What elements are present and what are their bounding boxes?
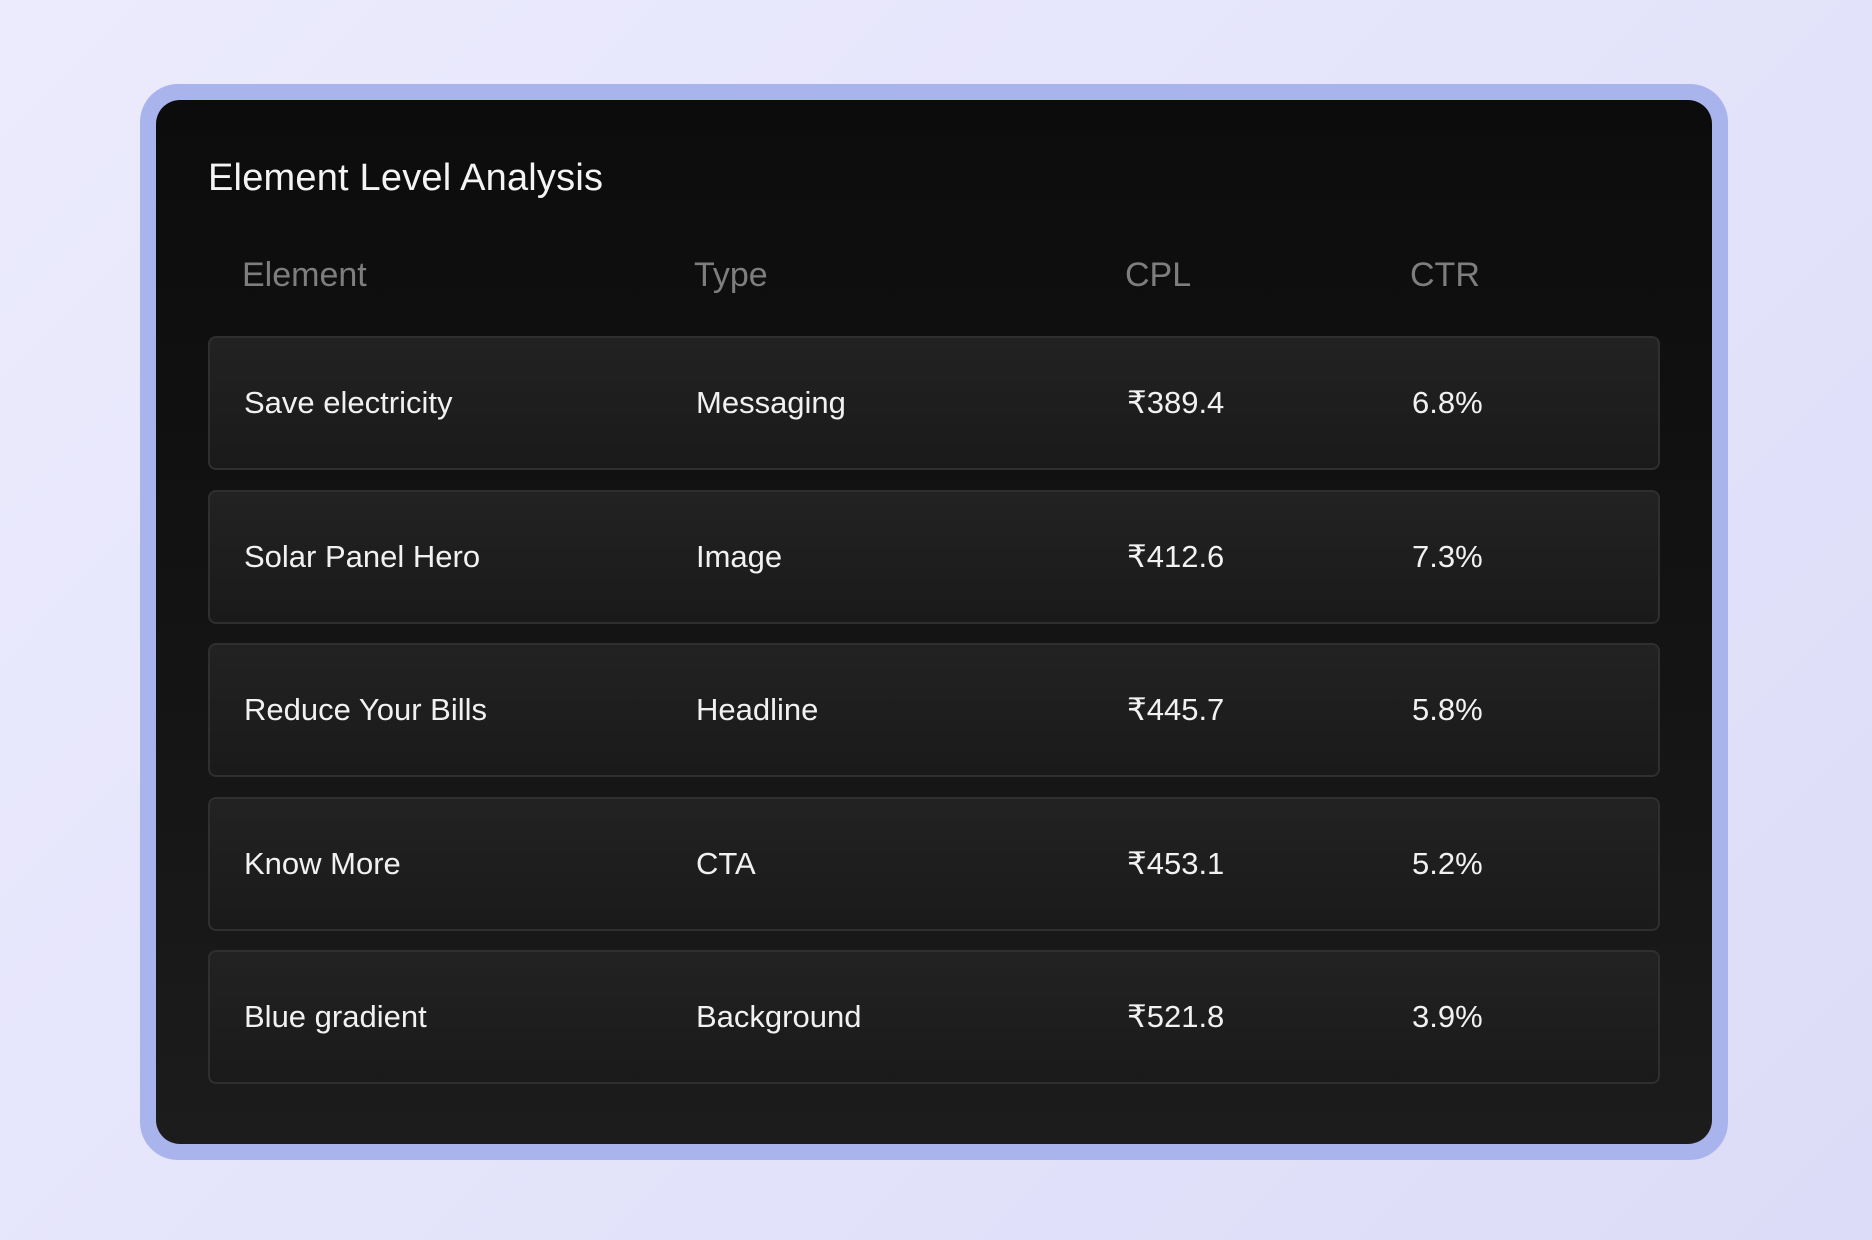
cell-cpl: ₹445.7 — [1127, 692, 1225, 727]
header-element: Element — [242, 256, 367, 294]
cell-ctr: 5.2% — [1412, 845, 1483, 881]
cell-type: Messaging — [696, 385, 846, 420]
header-type: Type — [694, 256, 768, 294]
cell-element: Blue gradient — [244, 999, 427, 1034]
cell-cpl: ₹389.4 — [1127, 385, 1225, 420]
card-frame: Element Level Analysis Element Type CPL … — [140, 84, 1728, 1160]
table-row[interactable]: Solar Panel Hero Image ₹412.6 7.3% — [208, 489, 1660, 624]
cell-ctr: 7.3% — [1412, 538, 1483, 574]
cell-element: Reduce Your Bills — [244, 692, 487, 727]
cell-type: Image — [696, 538, 783, 574]
table-row[interactable]: Reduce Your Bills Headline ₹445.7 5.8% — [208, 643, 1660, 777]
header-cpl: CPL — [1125, 256, 1192, 294]
header-ctr: CTR — [1410, 256, 1480, 294]
cell-element: Solar Panel Hero — [244, 538, 481, 574]
table-row[interactable]: Blue gradient Background ₹521.8 3.9% — [208, 950, 1660, 1084]
table-body: Save electricity Messaging ₹389.4 6.8% S… — [208, 336, 1660, 1104]
element-analysis-card: Element Level Analysis Element Type CPL … — [156, 100, 1712, 1144]
cell-type: Headline — [696, 692, 819, 727]
card-title: Element Level Analysis — [208, 157, 604, 199]
cell-element: Save electricity — [244, 385, 453, 420]
cell-element: Know More — [244, 845, 401, 881]
cell-ctr: 3.9% — [1412, 999, 1483, 1034]
table-row[interactable]: Know More CTA ₹453.1 5.2% — [208, 796, 1660, 931]
table-header: Element Type CPL CTR — [208, 250, 1660, 300]
cell-ctr: 6.8% — [1412, 385, 1483, 420]
cell-ctr: 5.8% — [1412, 692, 1483, 727]
cell-type: Background — [696, 999, 862, 1034]
cell-cpl: ₹412.6 — [1127, 538, 1225, 574]
table-row[interactable]: Save electricity Messaging ₹389.4 6.8% — [208, 336, 1660, 470]
cell-cpl: ₹521.8 — [1127, 999, 1225, 1034]
cell-cpl: ₹453.1 — [1127, 845, 1225, 881]
cell-type: CTA — [696, 845, 756, 881]
